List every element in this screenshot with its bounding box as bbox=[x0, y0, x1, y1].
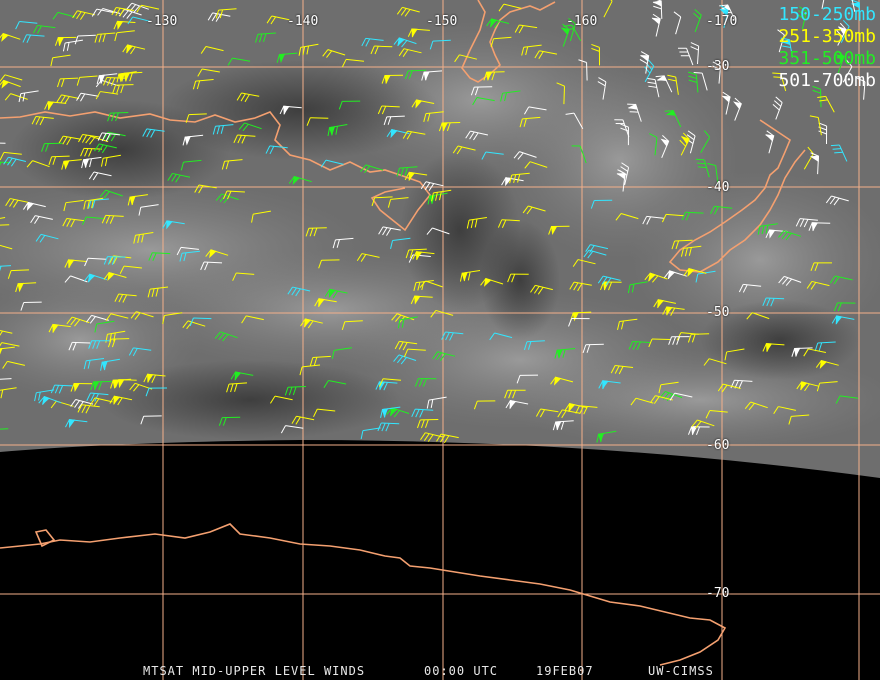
satellite-wind-map bbox=[0, 0, 880, 680]
lat-label-30: -30 bbox=[706, 59, 730, 74]
product-name: MTSAT MID-UPPER LEVEL WINDS bbox=[143, 664, 366, 678]
lat-label-50: -50 bbox=[706, 305, 730, 320]
legend-251-350mb: 251-350mb bbox=[778, 26, 876, 47]
lon-label-140: -140 bbox=[287, 14, 319, 29]
valid-time: 00:00 UTC bbox=[424, 664, 499, 678]
lat-label-40: -40 bbox=[706, 180, 730, 195]
lon-label-150: -150 bbox=[426, 14, 458, 29]
lat-label-60: -60 bbox=[706, 438, 730, 453]
legend-150-250mb: 150-250mb bbox=[778, 4, 876, 25]
pressure-legend: 150-250mb 251-350mb 351-500mb 501-700mb bbox=[778, 4, 876, 92]
lon-label-130: -130 bbox=[146, 14, 178, 29]
legend-351-500mb: 351-500mb bbox=[778, 48, 876, 69]
data-source: UW-CIMSS bbox=[648, 664, 714, 678]
lon-label-160: -160 bbox=[566, 14, 598, 29]
caption-bar: MTSAT MID-UPPER LEVEL WINDS 00:00 UTC 19… bbox=[0, 664, 880, 678]
valid-date: 19FEB07 bbox=[536, 664, 594, 678]
legend-501-700mb: 501-700mb bbox=[778, 70, 876, 91]
lat-label-70: -70 bbox=[706, 586, 730, 601]
lon-label-170: -170 bbox=[706, 14, 738, 29]
